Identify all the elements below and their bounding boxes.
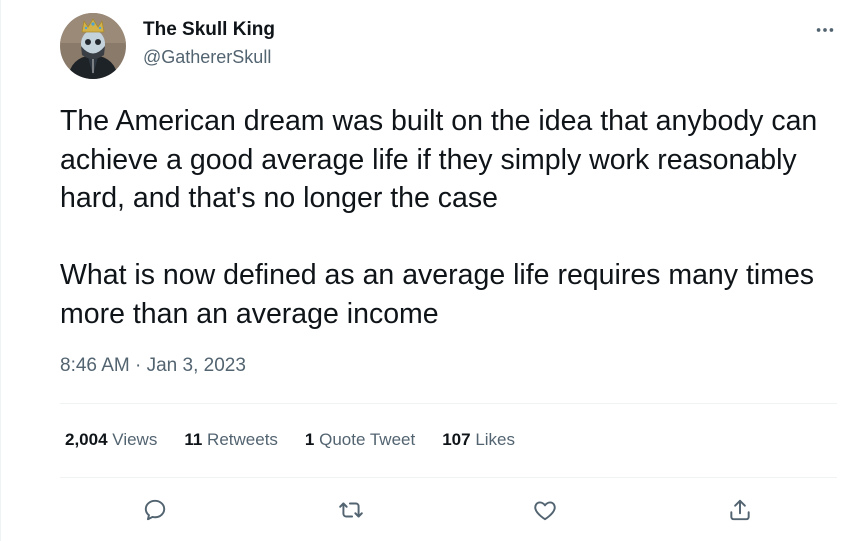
likes-count: 107 [442, 430, 471, 449]
timestamp-separator: · [129, 355, 147, 376]
more-horizontal-icon [816, 28, 834, 32]
reply-button[interactable] [136, 491, 174, 529]
tweet-paragraph: What is now defined as an average life r… [60, 259, 815, 330]
tweet-text: The American dream was built on the idea… [60, 102, 850, 333]
retweets-stat[interactable]: 11 Retweets [184, 430, 278, 450]
likes-stat[interactable]: 107 Likes [442, 430, 515, 450]
retweets-count: 11 [184, 430, 203, 449]
tweet-stats: 2,004 Views 11 Retweets 1 Quote Tweet 10… [65, 430, 542, 450]
share-icon [730, 499, 750, 521]
share-button[interactable] [721, 491, 759, 529]
avatar[interactable] [60, 13, 126, 79]
divider [60, 403, 837, 404]
quote-tweets-label: Quote Tweet [319, 430, 416, 449]
tweet-paragraph: The American dream was built on the idea… [60, 105, 818, 214]
views-label: Views [112, 430, 158, 449]
divider [60, 477, 837, 478]
tweet-time[interactable]: 8:46 AM [60, 355, 130, 376]
tweet-timestamp: 8:46 AM · Jan 3, 2023 [60, 355, 246, 377]
retweets-label: Retweets [207, 430, 278, 449]
views-count: 2,004 [65, 430, 108, 449]
like-button[interactable] [526, 491, 564, 529]
tweet-detail: The Skull King @GathererSkull The Americ… [0, 0, 859, 541]
like-icon [534, 501, 556, 521]
author-display-name[interactable]: The Skull King [143, 19, 275, 41]
likes-label: Likes [475, 430, 516, 449]
retweet-icon [339, 502, 363, 518]
quote-tweets-stat[interactable]: 1 Quote Tweet [305, 430, 415, 450]
quote-tweets-count: 1 [304, 430, 315, 449]
views-stat[interactable]: 2,004 Views [65, 430, 157, 450]
tweet-date[interactable]: Jan 3, 2023 [147, 355, 246, 376]
author-handle[interactable]: @GathererSkull [143, 47, 271, 68]
more-options-button[interactable] [807, 12, 843, 48]
retweet-button[interactable] [332, 491, 370, 529]
skull-king-avatar-icon [60, 13, 126, 79]
reply-icon [144, 499, 166, 521]
